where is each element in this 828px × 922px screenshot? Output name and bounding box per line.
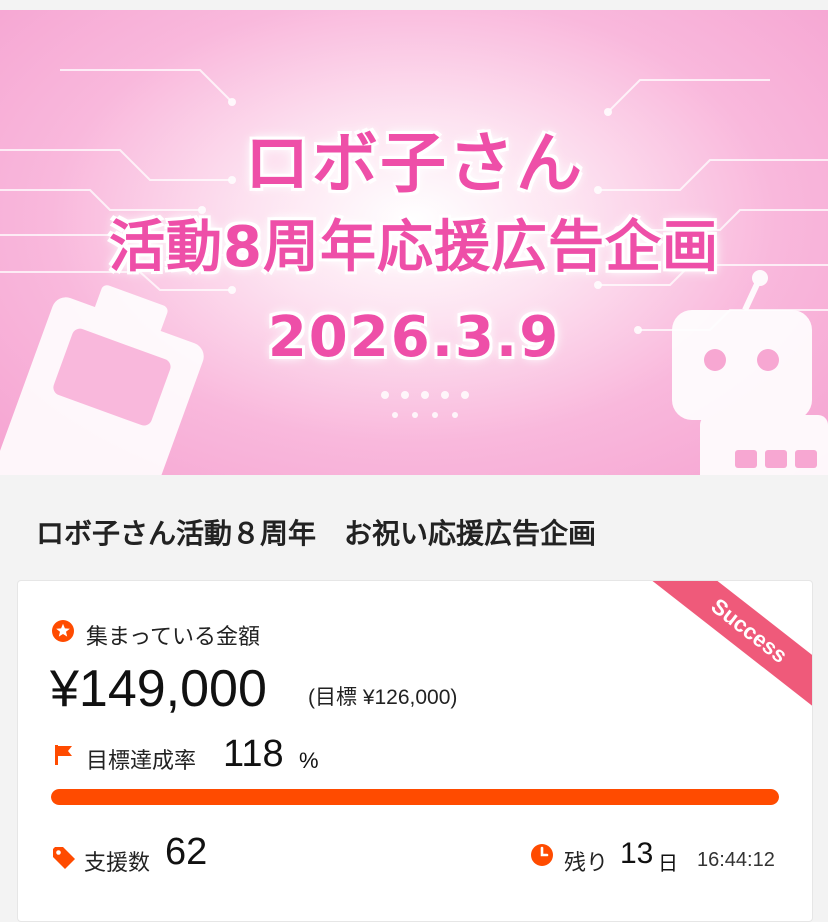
- success-badge: Success: [646, 581, 812, 718]
- achievement-rate-label: 目標達成率: [86, 749, 197, 774]
- top-strip: [0, 0, 828, 10]
- remaining-label: 残り: [564, 851, 609, 876]
- supporters-label: 支援数: [84, 851, 151, 876]
- achievement-rate-unit: %: [299, 748, 319, 773]
- funding-stats-card: Success 集まっている金額 ¥149,000 (目標 ¥126,000) …: [17, 580, 813, 922]
- banner-title-line2: 活動8周年応援広告企画: [109, 215, 719, 280]
- tag-icon: [53, 847, 75, 869]
- flag-icon: [55, 745, 72, 765]
- remaining-days-unit: 日: [658, 851, 678, 875]
- banner-date: 2026.3.9: [267, 305, 561, 370]
- banner-title-line1: ロボ子さん: [244, 125, 584, 202]
- remaining-days-value: 13: [620, 837, 654, 870]
- achievement-progress-fill: [51, 789, 779, 805]
- remaining-time: 16:44:12: [697, 849, 775, 871]
- clock-icon: [531, 844, 553, 866]
- achievement-progress-bar: [51, 789, 779, 805]
- project-banner-image[interactable]: ロボ子さん 活動8周年応援広告企画 2026.3.9: [0, 10, 828, 475]
- supporters-value: 62: [165, 831, 208, 873]
- goal-amount: (目標 ¥126,000): [308, 686, 458, 709]
- project-title: ロボ子さん活動８周年 お祝い応援広告企画: [36, 517, 597, 550]
- achievement-rate-value: 118: [223, 733, 284, 775]
- star-icon: [52, 620, 74, 642]
- collected-amount-label: 集まっている金額: [86, 625, 261, 650]
- collected-amount-value: ¥149,000: [50, 660, 267, 718]
